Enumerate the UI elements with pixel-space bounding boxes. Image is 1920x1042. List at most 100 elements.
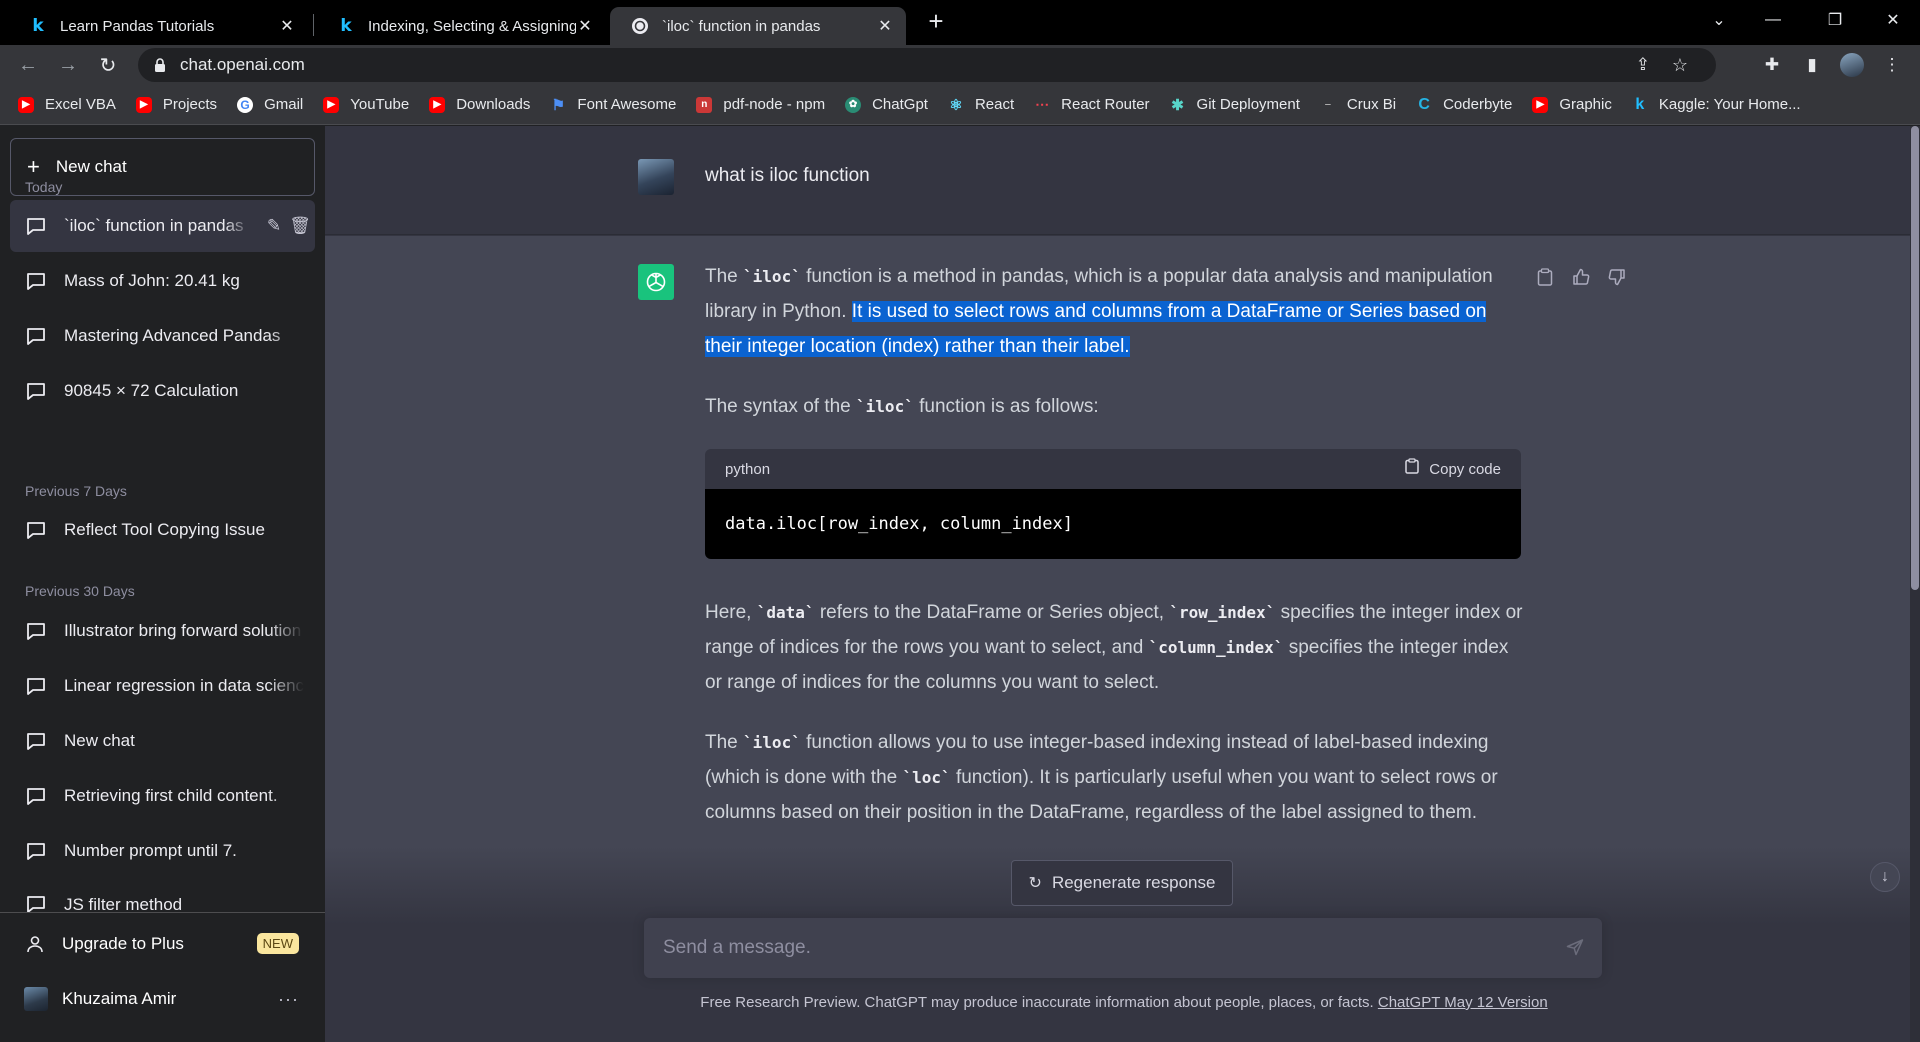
bookmark-label: React Router (1061, 96, 1150, 113)
back-icon[interactable]: ← (14, 51, 42, 79)
upgrade-button[interactable]: Upgrade to Plus NEW (10, 919, 315, 969)
arrow-down-icon: ↓ (1881, 868, 1889, 885)
conversation-label: Reflect Tool Copying Issue (64, 520, 265, 539)
forward-icon[interactable]: → (54, 51, 82, 79)
chat-bubble-icon (27, 383, 45, 400)
close-tab-icon[interactable]: ✕ (576, 16, 594, 36)
youtube-icon: ▶ (1532, 96, 1549, 113)
answer-paragraph: The syntax of the `iloc` function is as … (705, 396, 1099, 417)
conversation-item[interactable]: Number prompt until 7. (10, 825, 315, 877)
user-name: Khuzaima Amir (62, 989, 177, 1008)
trash-icon[interactable]: 🗑 (289, 216, 311, 236)
close-tab-icon[interactable]: ✕ (876, 16, 894, 36)
chat-bubble-icon (27, 328, 45, 345)
bookmark-star-icon[interactable]: ☆ (1672, 55, 1688, 76)
conversation-label: JS filter method (64, 895, 183, 912)
menu-kebab-icon[interactable]: ⋮ (1878, 51, 1906, 79)
bookmark-item[interactable]: ✱ Git Deployment (1170, 96, 1300, 114)
bookmark-item[interactable]: k Kaggle: Your Home... (1632, 95, 1800, 114)
bookmark-item[interactable]: ▶ YouTube (323, 96, 409, 113)
thumbs-up-icon[interactable] (1570, 266, 1592, 288)
regenerate-label: Regenerate response (1051, 873, 1216, 892)
conversation-item[interactable]: Retrieving first child content. (10, 770, 315, 822)
close-window-icon[interactable]: ✕ (1866, 0, 1920, 40)
side-panel-icon[interactable]: ▮ (1798, 51, 1826, 79)
clipboard-icon (1405, 452, 1420, 487)
bookmark-item[interactable]: ▶ Downloads (429, 96, 530, 113)
kaggle-icon: k (32, 16, 44, 36)
new-badge: NEW (256, 933, 299, 954)
npm-icon: n (696, 96, 713, 113)
bookmark-item[interactable]: G Gmail (237, 96, 303, 113)
scroll-to-bottom-button[interactable]: ↓ (1870, 862, 1900, 892)
scrollbar[interactable] (1910, 126, 1920, 1042)
conversation-label: Number prompt until 7. (64, 841, 237, 860)
regenerate-button[interactable]: ↻ Regenerate response (1011, 860, 1233, 906)
bookmark-label: Projects (162, 96, 218, 113)
conversation-item[interactable]: Reflect Tool Copying Issue (10, 504, 315, 556)
copy-icon[interactable] (1534, 266, 1556, 288)
scrollbar-thumb[interactable] (1911, 126, 1919, 590)
share-icon[interactable]: ⇪ (1636, 55, 1650, 75)
edit-pencil-icon[interactable]: ✎ (264, 216, 284, 236)
conversation-item[interactable]: 90845 × 72 Calculation (10, 365, 315, 417)
bookmark-item[interactable]: ✿ ChatGpt (845, 96, 928, 113)
close-tab-icon[interactable]: ✕ (278, 16, 296, 36)
conversation-item[interactable]: New chat (10, 715, 315, 767)
youtube-icon: ▶ (429, 96, 446, 113)
address-bar[interactable]: chat.openai.com ⇪ ☆ (138, 48, 1716, 82)
tab-title: `iloc` function in pandas (662, 17, 821, 35)
answer-paragraph: The `iloc` function is a method in panda… (705, 266, 1493, 357)
send-icon[interactable] (1566, 938, 1584, 961)
bookmark-item[interactable]: ▶ Excel VBA (18, 96, 116, 113)
code-block-header: python Copy code (705, 449, 1521, 489)
user-menu[interactable]: Khuzaima Amir ··· (10, 974, 315, 1024)
message-input[interactable]: Send a message. (644, 918, 1602, 978)
bookmark-label: YouTube (350, 96, 410, 113)
conversation-label: Retrieving first child content. (64, 786, 278, 805)
inline-code: `iloc` (856, 397, 914, 416)
profile-avatar[interactable] (1838, 51, 1866, 79)
kaggle-icon: k (1635, 95, 1645, 113)
thumbs-down-icon[interactable] (1606, 266, 1628, 288)
copy-code-label: Copy code (1429, 460, 1501, 478)
browser-tab-strip: k Learn Pandas Tutorials ✕ k Indexing, S… (0, 0, 1920, 45)
inline-code: `data` (756, 603, 815, 622)
bookmark-item[interactable]: C Coderbyte (1416, 96, 1512, 114)
bookmark-item[interactable]: ⋯ React Router (1034, 96, 1149, 113)
chatgpt-logo-icon (638, 264, 674, 300)
new-tab-button[interactable]: + (922, 8, 950, 36)
crux-icon: ‒ (1325, 99, 1331, 110)
copy-code-button[interactable]: Copy code (1405, 452, 1501, 487)
chat-bubble-icon (27, 522, 45, 539)
chat-bubble-icon (27, 218, 45, 235)
section-label-today: Today (25, 179, 63, 195)
browser-tab-3[interactable]: `iloc` function in pandas ✕ (610, 7, 906, 45)
bookmark-label: Excel VBA (45, 96, 116, 113)
conversation-item[interactable]: Mass of John: 20.41 kg (10, 255, 315, 307)
bookmark-item[interactable]: ‒ Crux Bi (1320, 96, 1396, 113)
reload-icon[interactable]: ↻ (94, 51, 122, 79)
disclaimer-text: Free Research Preview. ChatGPT may produ… (700, 994, 1378, 1011)
bookmark-item[interactable]: ⚛ React (948, 96, 1014, 114)
tab-search-icon[interactable]: ⌄ (1692, 0, 1746, 40)
bookmark-label: Font Awesome (577, 96, 677, 113)
version-link[interactable]: ChatGPT May 12 Version (1378, 994, 1548, 1011)
conversation-item-active[interactable]: `iloc` function in pandas ✎ 🗑 (10, 200, 315, 252)
conversation-item-partial[interactable]: JS filter method (10, 880, 315, 912)
conversation-item[interactable]: Mastering Advanced Pandas (10, 310, 315, 362)
extensions-icon[interactable]: ✚ (1758, 51, 1786, 79)
conversation-item[interactable]: Linear regression in data science (10, 660, 315, 712)
bookmark-item[interactable]: n pdf-node - npm (696, 96, 825, 113)
youtube-icon: ▶ (18, 96, 34, 113)
browser-tab-1[interactable]: k Learn Pandas Tutorials ✕ (8, 7, 308, 45)
minimize-icon[interactable]: — (1746, 0, 1800, 40)
restore-icon[interactable]: ❐ (1808, 0, 1862, 40)
conversation-item[interactable]: Illustrator bring forward solution (10, 605, 315, 657)
chatgpt-icon: ✿ (845, 96, 862, 113)
browser-tab-2[interactable]: k Indexing, Selecting & Assigning | ✕ (316, 7, 606, 45)
more-options-icon[interactable]: ··· (278, 989, 299, 1010)
bookmark-item[interactable]: ▶ Graphic (1532, 96, 1612, 113)
bookmark-item[interactable]: ⚑ Font Awesome (550, 96, 677, 114)
bookmark-item[interactable]: ▶ Projects (135, 96, 218, 113)
